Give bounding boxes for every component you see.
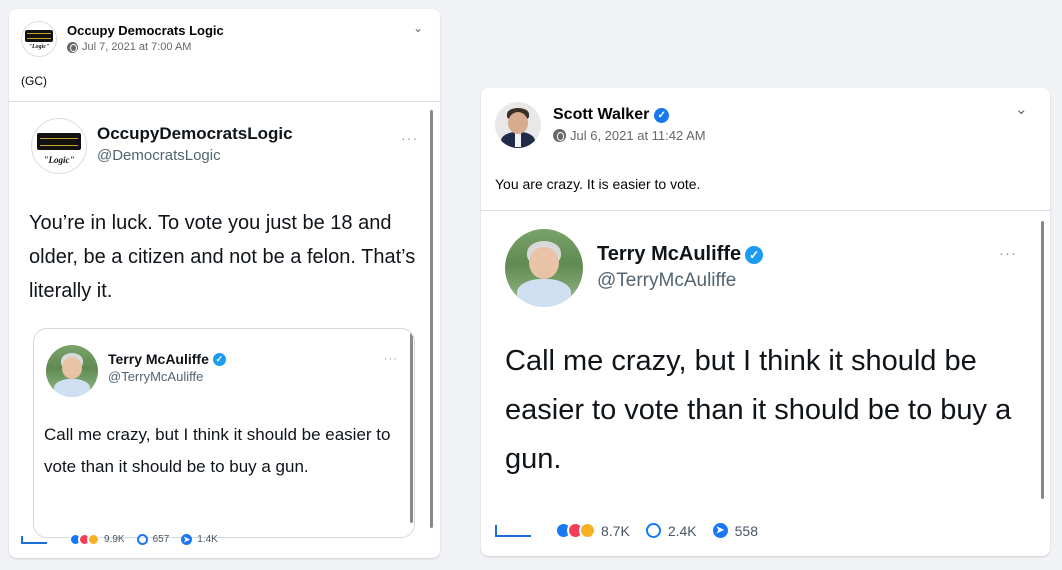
reactions-count[interactable]: 8.7K xyxy=(601,523,630,539)
page-name[interactable]: Scott Walker xyxy=(553,106,649,124)
share-icon: ➤ xyxy=(712,523,728,538)
haha-reaction-icon xyxy=(87,533,100,546)
more-options-icon: ··· xyxy=(999,245,1017,262)
avatar-logic-text: "Logic" xyxy=(28,44,50,50)
right-post-header: Scott Walker ✓ Jul 6, 2021 at 11:42 AM xyxy=(495,102,706,148)
more-options-icon: ··· xyxy=(401,130,418,146)
tweet-author-name: Terry McAuliffe xyxy=(597,243,742,265)
globe-icon xyxy=(553,129,566,142)
shares-count[interactable]: 1.4K xyxy=(197,534,218,545)
tweet-text: You’re in luck. To vote you just be 18 a… xyxy=(29,212,416,302)
post-caption: (GC) xyxy=(21,74,47,88)
quoted-avatar-terry-mcauliffe xyxy=(46,345,98,397)
post-stats-bar: 8.7K 2.4K ➤ 558 xyxy=(495,522,758,539)
comment-icon xyxy=(136,534,148,545)
reactions-icons[interactable] xyxy=(555,522,596,539)
post-date[interactable]: Jul 6, 2021 at 11:42 AM xyxy=(570,128,706,143)
tweet-avatar-logic-text: "Logic" xyxy=(43,155,75,165)
tweet-screenshot[interactable]: Terry McAuliffe ✓ @TerryMcAuliffe ··· Ca… xyxy=(481,210,1050,510)
tweet-author-handle: @DemocratsLogic xyxy=(97,147,221,164)
tweet-scrollbar[interactable] xyxy=(1041,221,1044,499)
page-name[interactable]: Occupy Democrats Logic xyxy=(67,23,224,38)
comment-icon xyxy=(645,523,661,538)
reactions-icons[interactable] xyxy=(69,533,100,546)
verified-badge-icon: ✓ xyxy=(745,245,764,264)
left-post-card: "Logic" Occupy Democrats Logic Jul 7, 20… xyxy=(9,9,440,558)
post-caption: You are crazy. It is easier to vote. xyxy=(495,176,701,192)
haha-reaction-icon xyxy=(579,522,596,539)
chevron-down-icon[interactable]: ⌄ xyxy=(1015,100,1028,118)
tweet-avatar-terry-mcauliffe xyxy=(505,229,583,307)
stats-bracket xyxy=(495,524,531,537)
stats-bracket xyxy=(21,535,47,544)
post-stats-bar: 9.9K 657 ➤ 1.4K xyxy=(21,533,218,546)
globe-icon xyxy=(67,41,78,53)
page-avatar-scott-walker[interactable] xyxy=(495,102,541,148)
share-icon: ➤ xyxy=(181,534,193,545)
tweet-scrollbar[interactable] xyxy=(430,110,433,528)
shares-count[interactable]: 558 xyxy=(735,523,758,539)
left-post-header: "Logic" Occupy Democrats Logic Jul 7, 20… xyxy=(21,21,224,57)
quoted-tweet: Terry McAuliffe ✓ @TerryMcAuliffe ··· Ca… xyxy=(33,328,415,538)
quoted-author-name: Terry McAuliffe xyxy=(108,351,209,367)
quoted-scrollbar xyxy=(410,333,413,523)
post-date[interactable]: Jul 7, 2021 at 7:00 AM xyxy=(82,41,191,53)
tweet-author-name: OccupyDemocratsLogic xyxy=(97,124,293,143)
tweet-avatar-occupy-democrats: "Logic" xyxy=(31,118,87,174)
quoted-author-handle: @TerryMcAuliffe xyxy=(108,369,204,384)
comments-count[interactable]: 2.4K xyxy=(668,523,697,539)
tweet-text: Call me crazy, but I think it should be … xyxy=(505,345,1012,475)
comments-count[interactable]: 657 xyxy=(153,534,170,545)
quoted-tweet-text: Call me crazy, but I think it should be … xyxy=(44,425,391,476)
verified-badge-icon: ✓ xyxy=(654,107,670,123)
chevron-down-icon[interactable]: ⌄ xyxy=(413,21,423,35)
right-post-card: Scott Walker ✓ Jul 6, 2021 at 11:42 AM ⌄… xyxy=(481,88,1050,556)
quoted-more-options-icon: ··· xyxy=(384,353,398,365)
verified-badge-icon: ✓ xyxy=(212,352,226,366)
tweet-screenshot[interactable]: "Logic" OccupyDemocratsLogic @DemocratsL… xyxy=(9,101,440,541)
reactions-count[interactable]: 9.9K xyxy=(104,534,125,545)
page-avatar-occupy-democrats-logic[interactable]: "Logic" xyxy=(21,21,57,57)
tweet-author-handle: @TerryMcAuliffe xyxy=(597,270,737,291)
